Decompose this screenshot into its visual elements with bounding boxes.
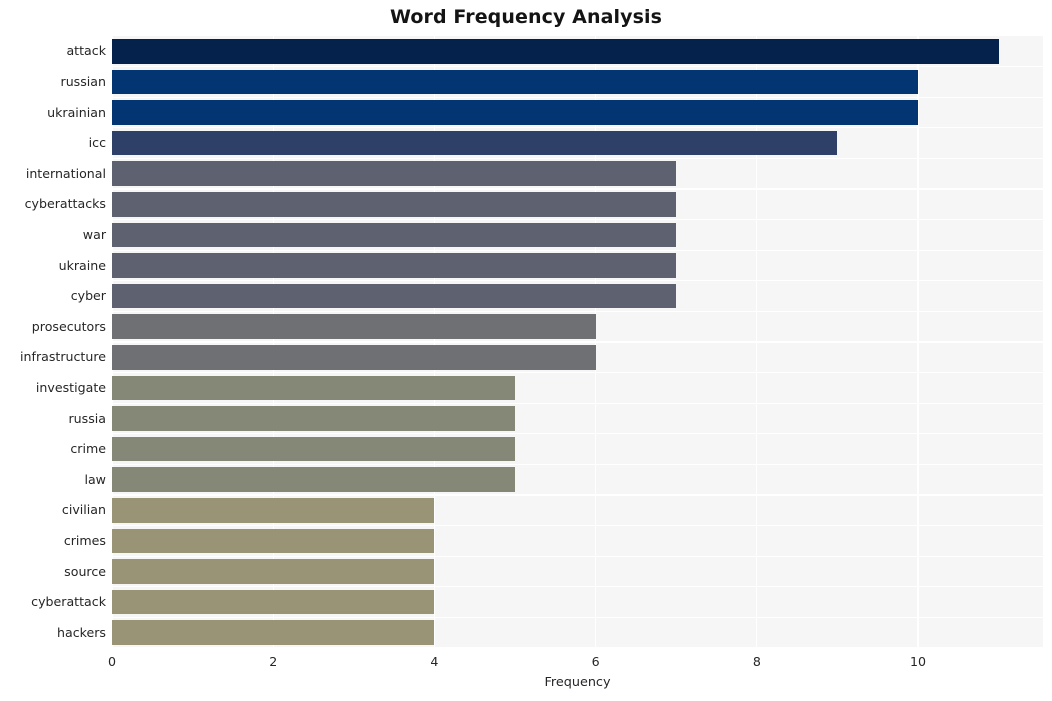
x-tick-0: 0 — [107, 654, 117, 669]
bar-track — [112, 253, 1043, 278]
y-tick-source: source — [64, 563, 106, 579]
bar-cyberattacks[interactable] — [112, 192, 677, 217]
gridline-y-11 — [112, 402, 1043, 404]
gridline-y-18 — [112, 616, 1043, 619]
y-tick-infrastructure: infrastructure — [20, 349, 106, 365]
bar-russia[interactable] — [112, 406, 516, 431]
x-tick-2: 2 — [269, 654, 278, 669]
bar-cyber[interactable] — [112, 283, 677, 309]
plot-area — [112, 36, 1043, 648]
bar-crime[interactable] — [112, 436, 516, 462]
gridline-y-5 — [112, 218, 1043, 221]
x-axis-tick-labels: 0 2 4 6 8 10 — [0, 648, 1052, 676]
y-tick-cyber: cyber — [70, 288, 106, 304]
bar-track — [112, 345, 1043, 370]
bar-source[interactable] — [112, 559, 435, 584]
bar-russian[interactable] — [112, 69, 919, 95]
bar-international[interactable] — [112, 161, 677, 186]
bar-track — [112, 528, 1043, 554]
bar-civilian[interactable] — [112, 498, 435, 523]
bar-track — [112, 589, 1043, 615]
bar-track — [112, 375, 1043, 401]
y-tick-ukrainian: ukrainian — [47, 104, 106, 120]
gridline-y-7 — [112, 280, 1043, 282]
y-tick-hackers: hackers — [57, 624, 106, 640]
y-tick-attack: attack — [66, 43, 106, 59]
y-tick-international: international — [25, 165, 106, 181]
y-tick-law: law — [84, 471, 106, 487]
y-tick-ukraine: ukraine — [58, 257, 106, 273]
y-tick-russia: russia — [68, 410, 107, 426]
y-tick-icc: icc — [88, 135, 106, 151]
gridline-y-16 — [112, 555, 1043, 557]
gridline-y-8 — [112, 310, 1043, 313]
bar-icc[interactable] — [112, 130, 838, 156]
gridline-y-17 — [112, 586, 1043, 588]
bar-infrastructure[interactable] — [112, 345, 596, 370]
bar-track — [112, 467, 1043, 492]
gridline-y-14 — [112, 494, 1043, 496]
x-axis-label: Frequency — [544, 675, 611, 690]
bar-ukraine[interactable] — [112, 253, 677, 278]
y-tick-prosecutors: prosecutors — [31, 318, 106, 334]
gridline-y-15 — [112, 524, 1043, 527]
gridline-y-9 — [112, 341, 1043, 343]
bar-law[interactable] — [112, 467, 516, 492]
y-tick-war: war — [82, 226, 106, 242]
y-tick-cyberattacks: cyberattacks — [24, 196, 106, 212]
y-tick-cyberattack: cyberattack — [31, 594, 106, 610]
y-tick-investigate: investigate — [35, 379, 106, 395]
x-tick-4: 4 — [430, 654, 439, 669]
bar-track — [112, 559, 1043, 584]
gridline-y-2 — [112, 127, 1043, 129]
word-frequency-chart: Word Frequency Analysis attack russian ukr… — [0, 0, 1052, 701]
bar-track — [112, 406, 1043, 431]
gridline-y-13 — [112, 463, 1043, 466]
bar-track — [112, 161, 1043, 186]
gridline-y-10 — [112, 371, 1043, 374]
bar-series — [112, 36, 1043, 648]
bar-crimes[interactable] — [112, 528, 435, 554]
y-tick-russian: russian — [60, 73, 106, 89]
bar-track — [112, 314, 1043, 339]
bar-war[interactable] — [112, 222, 677, 248]
y-axis-tick-labels: attack russian ukrainian icc international cy… — [0, 36, 106, 648]
bar-investigate[interactable] — [112, 375, 516, 401]
bar-track — [112, 39, 1043, 64]
gridline-y-0 — [112, 65, 1043, 68]
bar-track — [112, 100, 1043, 125]
bar-attack[interactable] — [112, 39, 999, 64]
bar-ukrainian[interactable] — [112, 100, 919, 125]
bar-track — [112, 222, 1043, 248]
bar-cyberattack[interactable] — [112, 589, 435, 615]
gridline-y-4 — [112, 188, 1043, 190]
gridline-y-12 — [112, 433, 1043, 435]
bar-track — [112, 436, 1043, 462]
y-tick-crime: crime — [70, 441, 106, 457]
bar-track — [112, 283, 1043, 309]
y-tick-civilian: civilian — [61, 502, 106, 518]
bar-hackers[interactable] — [112, 620, 435, 645]
bar-track — [112, 192, 1043, 217]
x-tick-8: 8 — [752, 654, 761, 669]
bar-track — [112, 69, 1043, 95]
gridline-y-3 — [112, 157, 1043, 160]
y-tick-crimes: crimes — [63, 532, 106, 548]
x-tick-6: 6 — [591, 654, 600, 669]
gridline-y-1 — [112, 96, 1043, 98]
gridline-y-6 — [112, 249, 1043, 251]
x-tick-10: 10 — [910, 654, 927, 669]
bar-track — [112, 130, 1043, 156]
bar-track — [112, 620, 1043, 645]
bar-track — [112, 498, 1043, 523]
chart-title: Word Frequency Analysis — [389, 6, 663, 28]
bar-prosecutors[interactable] — [112, 314, 596, 339]
